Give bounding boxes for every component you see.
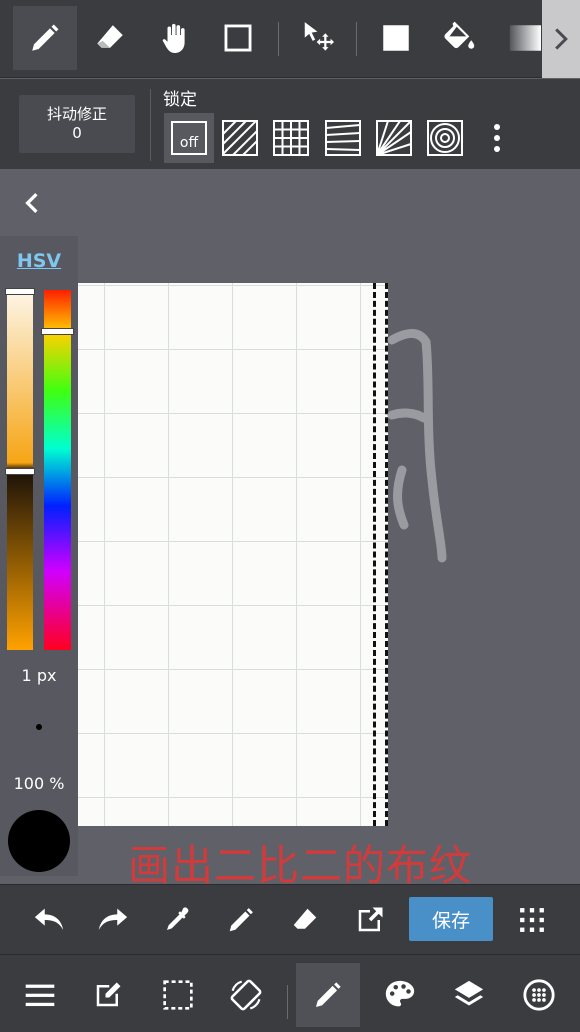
opacity-label[interactable]: 100 % (0, 774, 78, 793)
bottom-divider (287, 985, 288, 1019)
ruler-radial-button[interactable] (369, 113, 419, 163)
radial-lines-icon (376, 120, 412, 156)
toolbar-divider (356, 22, 357, 56)
layers-button[interactable] (437, 963, 501, 1027)
undo-icon (34, 908, 64, 930)
more-vertical-icon (494, 124, 500, 152)
color-mode-link[interactable]: HSV (0, 250, 78, 272)
chevron-left-icon (25, 193, 38, 213)
quick-eraser-button[interactable] (280, 895, 330, 945)
perspective-lines-icon (325, 120, 361, 156)
dashed-selection-icon (163, 980, 193, 1010)
current-color-swatch[interactable] (8, 810, 70, 872)
ruler-off-icon: off (171, 121, 207, 155)
eyedropper-icon (167, 907, 189, 930)
ruler-concentric-button[interactable] (420, 113, 470, 163)
redo-button[interactable] (88, 895, 138, 945)
screen-rotation-icon (230, 979, 262, 1011)
action-bar: 保存 (0, 884, 580, 954)
toolbar-divider (278, 22, 279, 56)
save-button[interactable]: 保存 (409, 897, 493, 941)
filled-square-icon (383, 25, 409, 51)
brush-stroke (387, 329, 447, 563)
export-button[interactable] (345, 895, 395, 945)
gradient-icon (509, 25, 541, 51)
undo-button[interactable] (24, 895, 74, 945)
pen-icon (316, 982, 341, 1007)
redo-icon (98, 908, 128, 930)
palette-icon (385, 980, 415, 1007)
rectangle-tool-button[interactable] (206, 6, 270, 70)
move-tool-button[interactable] (287, 6, 351, 70)
brush-preview-dot (36, 724, 42, 730)
bottom-navigation-bar (0, 954, 580, 1032)
rotate-canvas-button[interactable] (214, 963, 278, 1027)
pen-tool-button[interactable] (13, 6, 77, 70)
stabilizer-value: 0 (72, 124, 82, 142)
hand-icon (162, 23, 185, 53)
stabilizer-label: 抖动修正 (46, 105, 107, 123)
selection-button[interactable] (146, 963, 210, 1027)
edit-square-icon (96, 982, 121, 1007)
more-options-button[interactable] (474, 113, 520, 163)
hue-handle[interactable] (41, 328, 74, 335)
palette-button[interactable] (368, 963, 432, 1027)
color-panel: HSV 1 px 100 % (0, 236, 78, 876)
ruler-parallel-button[interactable] (215, 113, 265, 163)
eyedropper-button[interactable] (152, 895, 202, 945)
bucket-tool-button[interactable] (428, 6, 492, 70)
share-external-icon (358, 907, 383, 932)
pen-icon (32, 24, 59, 51)
materials-button[interactable] (507, 963, 571, 1027)
hand-tool-button[interactable] (143, 6, 207, 70)
drawing-canvas[interactable] (78, 283, 388, 826)
layers-icon (454, 980, 484, 1006)
parallel-lines-icon (222, 120, 258, 156)
rectangle-outline-icon (224, 24, 252, 52)
dotted-circle-icon (523, 979, 555, 1011)
chevron-right-icon (555, 28, 568, 50)
concentric-circles-icon (427, 120, 463, 156)
eraser-icon (97, 25, 123, 48)
ruler-off-button[interactable]: off (164, 113, 214, 163)
top-toolbar (0, 0, 580, 78)
tool-options-bar: 抖动修正 0 锁定 off (0, 79, 580, 169)
pen-icon (229, 908, 253, 932)
paint-bucket-icon (444, 21, 475, 49)
eraser-icon (293, 908, 317, 929)
ruler-grid-button[interactable] (266, 113, 316, 163)
off-label: off (179, 135, 199, 151)
menu-button[interactable] (8, 963, 72, 1027)
more-actions-button[interactable] (507, 895, 557, 945)
brush-button[interactable] (296, 963, 360, 1027)
sv-mid-handle[interactable] (5, 468, 35, 475)
fill-rect-tool-button[interactable] (364, 6, 428, 70)
collapse-panel-button[interactable] (14, 186, 50, 220)
expand-toolbar-button[interactable] (542, 0, 580, 78)
options-divider (150, 89, 151, 161)
ruler-perspective-button[interactable] (318, 113, 368, 163)
lock-label: 锁定 (163, 90, 197, 110)
select-move-icon (304, 22, 335, 51)
brush-size-label[interactable]: 1 px (0, 666, 78, 685)
grid-dots-icon (520, 908, 544, 932)
sv-top-handle[interactable] (5, 288, 35, 295)
quick-pen-button[interactable] (216, 895, 266, 945)
eraser-tool-button[interactable] (78, 6, 142, 70)
grid-icon (273, 120, 309, 156)
edit-button[interactable] (76, 963, 140, 1027)
stabilizer-button[interactable]: 抖动修正 0 (19, 95, 135, 153)
hamburger-menu-icon (25, 984, 55, 1007)
hue-slider[interactable] (44, 290, 71, 650)
